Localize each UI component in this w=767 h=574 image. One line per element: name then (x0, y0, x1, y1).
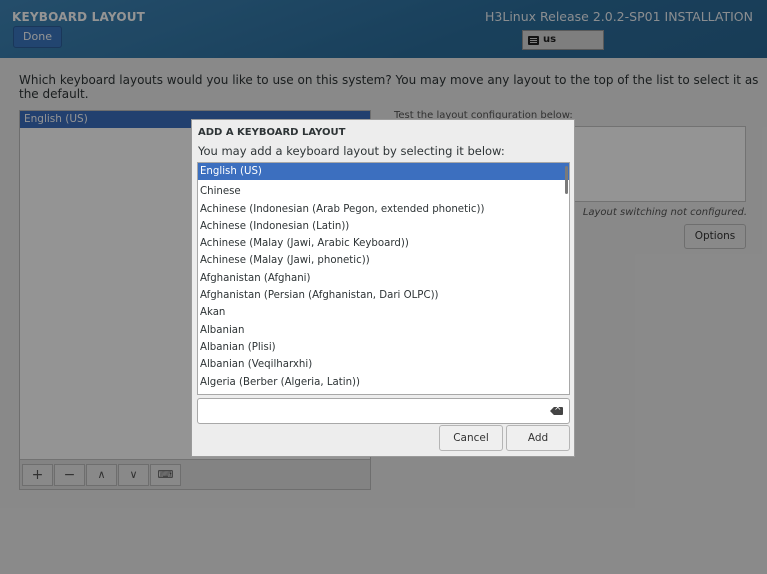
list-item[interactable]: Afghanistan (Persian (Afghanistan, Dari … (198, 287, 569, 304)
cancel-button[interactable]: Cancel (439, 425, 503, 451)
list-item[interactable]: Albanian (Plisi) (198, 339, 569, 356)
add-layout-dialog: ADD A KEYBOARD LAYOUT You may add a keyb… (191, 119, 575, 457)
available-layouts-list[interactable]: English (US) Chinese Achinese (Indonesian … (197, 162, 570, 395)
list-item[interactable]: English (US) (198, 163, 569, 181)
list-item[interactable]: Albanian (Veqilharxhi) (198, 356, 569, 373)
list-item[interactable]: Akan (198, 304, 569, 321)
list-item[interactable]: Achinese (Indonesian (Arab Pegon, extend… (198, 201, 569, 218)
add-button[interactable]: Add (506, 425, 570, 451)
list-item[interactable]: Achinese (Malay (Jawi, Arabic Keyboard)) (198, 235, 569, 252)
list-item[interactable]: Achinese (Malay (Jawi, phonetic)) (198, 252, 569, 269)
dialog-subtitle: You may add a keyboard layout by selecti… (198, 144, 505, 158)
list-item[interactable]: Achinese (Indonesian (Latin)) (198, 218, 569, 235)
list-item[interactable]: Algeria (Berber (Algeria, Latin)) (198, 374, 569, 391)
dialog-title: ADD A KEYBOARD LAYOUT (198, 127, 346, 138)
list-item[interactable]: Chinese (198, 183, 569, 200)
list-item[interactable]: Afghanistan (Afghani) (198, 270, 569, 287)
list-item[interactable]: Albanian (198, 322, 569, 339)
clear-search-icon[interactable] (550, 407, 563, 415)
layout-search-input[interactable] (197, 398, 570, 424)
scrollbar[interactable] (565, 166, 568, 194)
